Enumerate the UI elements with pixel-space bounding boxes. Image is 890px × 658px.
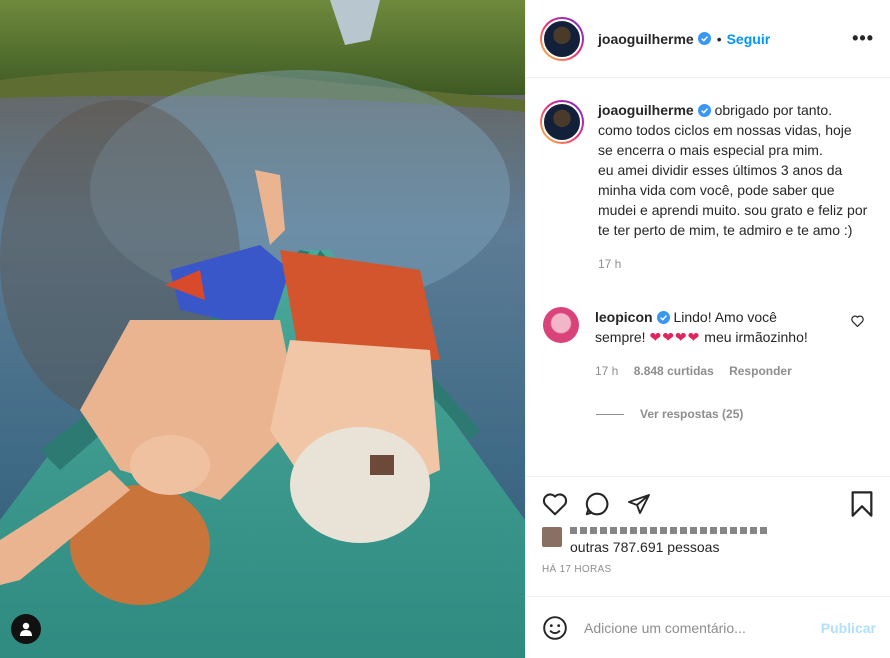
emoji-icon[interactable] — [542, 615, 568, 641]
post-timestamp[interactable]: HÁ 17 HORAS — [542, 564, 874, 575]
comment-text-end: meu irmãozinho! — [704, 329, 808, 345]
more-options-icon[interactable]: ••• — [852, 28, 874, 49]
caption-age[interactable]: 17 h — [598, 254, 868, 274]
action-icons — [542, 489, 874, 519]
liker-avatar[interactable] — [542, 527, 562, 547]
header-info: joaoguilherme • Seguir — [598, 31, 770, 47]
save-icon[interactable] — [850, 490, 874, 518]
comment-age[interactable]: 17 h — [595, 364, 618, 378]
caption-author-avatar[interactable] — [540, 100, 584, 144]
blurred-liker-name — [570, 527, 767, 534]
verified-icon — [697, 32, 711, 45]
caption-text: obrigado por tanto. como todos ciclos em… — [598, 102, 868, 238]
verified-icon — [656, 311, 670, 324]
likes-summary: outras 787.691 pessoas — [542, 527, 874, 556]
like-icon[interactable] — [542, 492, 568, 516]
view-replies-label: Ver respostas (25) — [640, 407, 744, 421]
publish-button[interactable]: Publicar — [821, 620, 876, 636]
verified-icon — [697, 104, 711, 117]
caption-author-username[interactable]: joaoguilherme — [598, 102, 694, 118]
comment-icon[interactable] — [584, 491, 610, 517]
comment-author-username[interactable]: leopicon — [595, 309, 653, 325]
author-username[interactable]: joaoguilherme — [598, 31, 694, 47]
photo-image — [0, 0, 525, 658]
user-tag-icon[interactable] — [11, 614, 41, 644]
comment-likes[interactable]: 8.848 curtidas — [634, 364, 714, 378]
likes-text-block: outras 787.691 pessoas — [570, 527, 767, 556]
post-actions: outras 787.691 pessoas HÁ 17 HORAS — [526, 476, 890, 596]
comment-body: leopicon Lindo! Amo você sempre! ❤❤❤❤ me… — [595, 307, 827, 381]
comment-item: leopicon Lindo! Amo você sempre! ❤❤❤❤ me… — [540, 307, 874, 381]
comment-input[interactable]: Adicione um comentário... — [584, 620, 821, 636]
replies-divider — [596, 413, 624, 415]
comment-like-icon[interactable] — [851, 315, 864, 327]
caption: joaoguilherme obrigado por tanto. como t… — [540, 100, 874, 274]
follow-button[interactable]: Seguir — [727, 31, 771, 47]
comment-author-avatar[interactable] — [543, 307, 579, 343]
comment-meta: 17 h 8.848 curtidas Responder — [595, 361, 827, 381]
caption-body: joaoguilherme obrigado por tanto. como t… — [598, 100, 868, 274]
likes-others-text[interactable]: outras 787.691 pessoas — [570, 538, 767, 556]
share-icon[interactable] — [626, 492, 652, 516]
comment-composer: Adicione um comentário... Publicar — [526, 596, 890, 658]
post-photo[interactable] — [0, 0, 525, 658]
view-replies-button[interactable]: Ver respostas (25) — [596, 407, 874, 421]
comment-hearts: ❤❤❤❤ — [649, 329, 701, 345]
author-avatar[interactable] — [540, 16, 584, 61]
post-side-panel: joaoguilherme • Seguir ••• joaoguilherme… — [525, 0, 890, 658]
separator-dot: • — [716, 30, 722, 47]
post-header: joaoguilherme • Seguir ••• — [526, 0, 890, 78]
reply-button[interactable]: Responder — [729, 364, 792, 378]
comments-section[interactable]: joaoguilherme obrigado por tanto. como t… — [526, 78, 890, 476]
